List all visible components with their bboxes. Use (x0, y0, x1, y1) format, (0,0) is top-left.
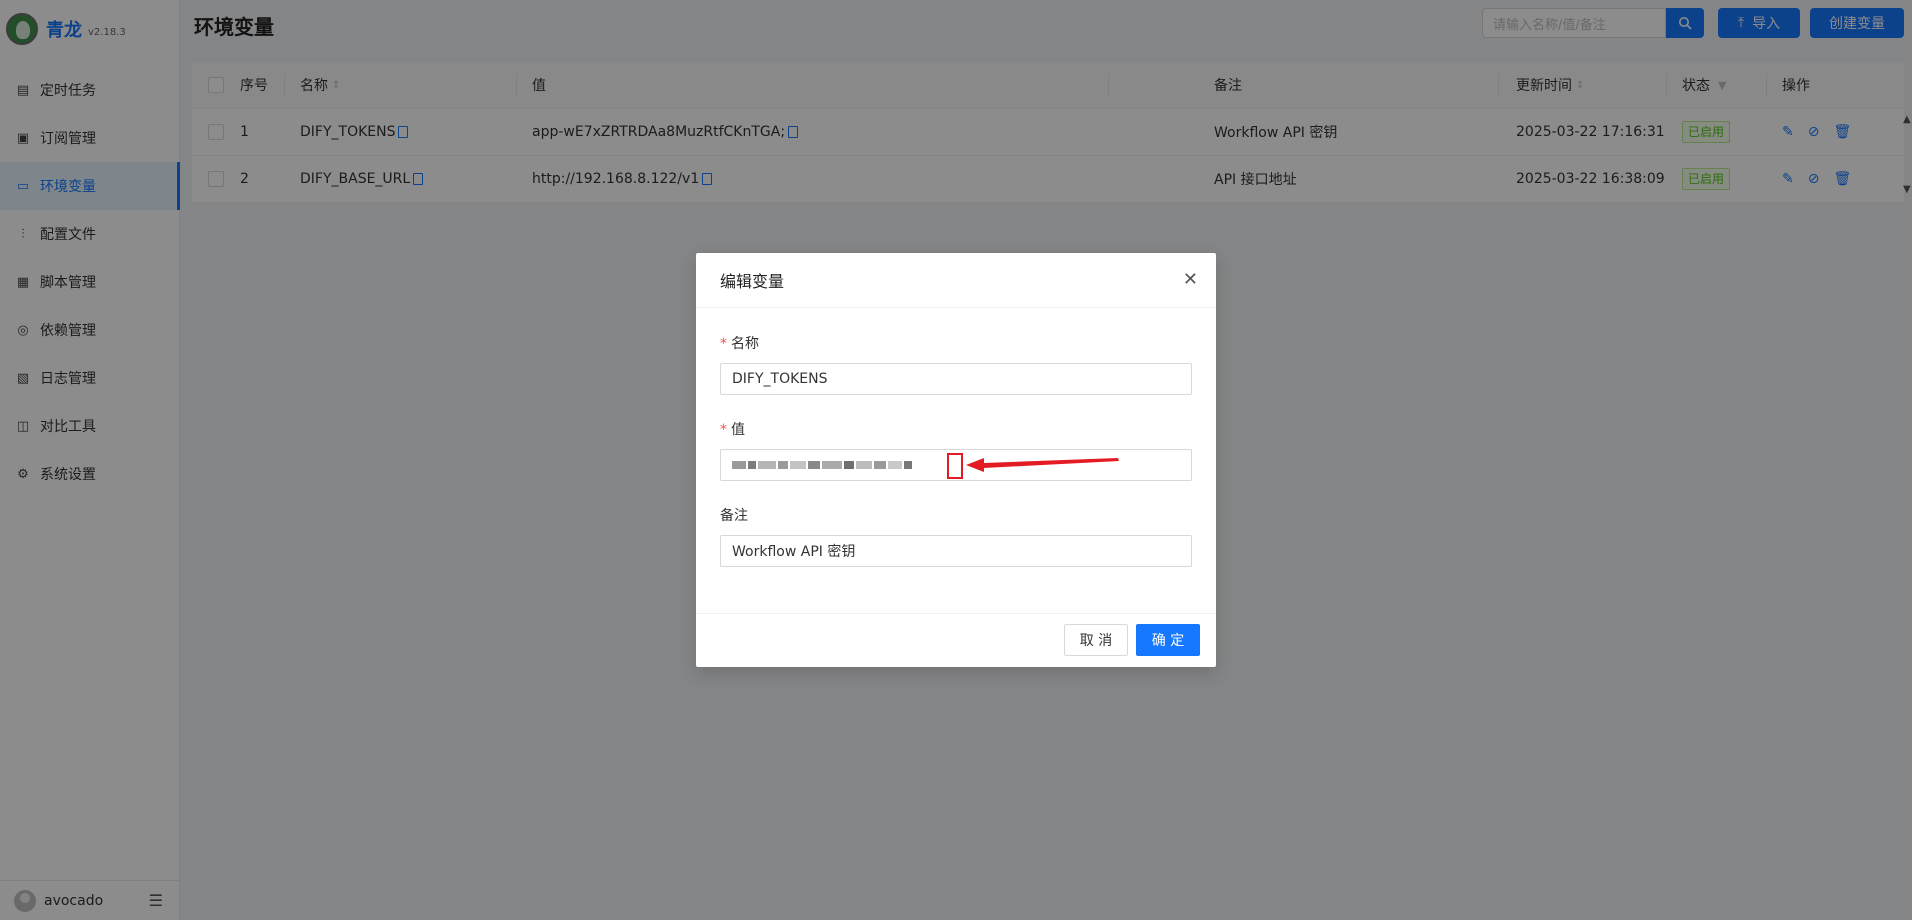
cancel-button[interactable]: 取 消 (1064, 624, 1128, 656)
annotation-arrow-icon (966, 458, 1119, 472)
name-input[interactable]: DIFY_TOKENS (720, 363, 1192, 395)
required-mark: * (720, 422, 727, 438)
modal-footer: 取 消 确 定 (696, 613, 1216, 667)
value-label: * 值 (720, 422, 745, 438)
remark-field: 备注 Workflow API 密钥 (720, 505, 1192, 567)
redacted-value (732, 461, 912, 469)
close-icon[interactable]: ✕ (1183, 269, 1198, 290)
required-mark: * (720, 336, 727, 352)
annotation-highlight-box (947, 453, 963, 479)
remark-input[interactable]: Workflow API 密钥 (720, 535, 1192, 567)
name-label: * 名称 (720, 336, 759, 352)
edit-variable-modal: 编辑变量 ✕ * 名称 DIFY_TOKENS * 值 备注 Workflow AP… (696, 253, 1216, 667)
modal-title: 编辑变量 (696, 253, 1216, 308)
confirm-button[interactable]: 确 定 (1136, 624, 1200, 656)
remark-label: 备注 (720, 508, 748, 524)
name-field: * 名称 DIFY_TOKENS (720, 333, 1192, 395)
